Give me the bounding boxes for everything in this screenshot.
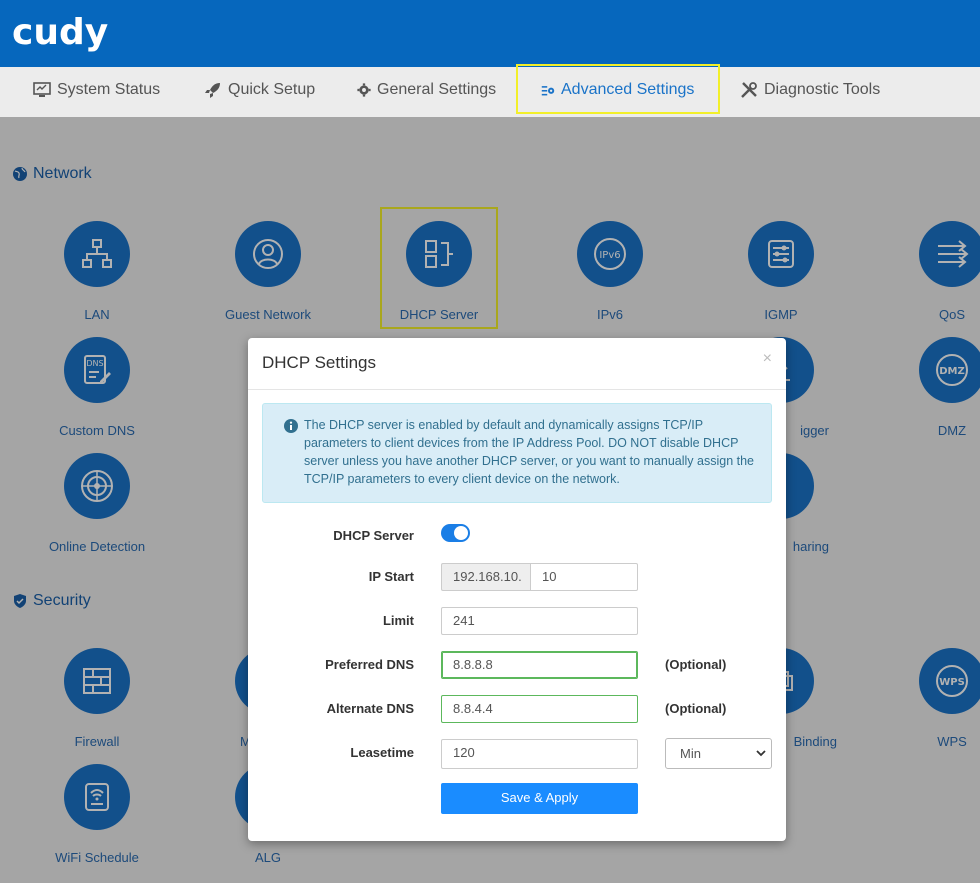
dhcp-server-toggle[interactable]: [441, 524, 470, 542]
limit-label: Limit: [382, 613, 414, 628]
nav-label: System Status: [57, 81, 161, 98]
gear-icon: [357, 83, 371, 97]
highlight-advanced-settings: [516, 64, 720, 114]
modal-divider: [248, 389, 786, 390]
nav-quick-setup[interactable]: Quick Setup: [204, 67, 315, 113]
preferred-dns-optional: (Optional): [665, 657, 727, 672]
nav-general-settings[interactable]: General Settings: [357, 67, 496, 113]
preferred-dns-label: Preferred DNS: [325, 657, 414, 672]
nav-label: General Settings: [377, 81, 497, 98]
ip-start-input[interactable]: 10: [530, 563, 638, 591]
preferred-dns-input[interactable]: 8.8.8.8: [441, 651, 638, 679]
alternate-dns-label: Alternate DNS: [326, 701, 414, 716]
top-header: cudy: [0, 0, 980, 67]
info-text: The DHCP server is enabled by default an…: [304, 418, 754, 486]
dhcp-server-label: DHCP Server: [333, 528, 414, 543]
ip-start-prefix: 192.168.10.: [441, 563, 530, 591]
leasetime-input[interactable]: 120: [441, 739, 638, 769]
save-apply-button[interactable]: Save & Apply: [441, 783, 638, 814]
monitor-icon: [33, 82, 51, 97]
alternate-dns-input[interactable]: 8.8.4.4: [441, 695, 638, 723]
info-icon: [284, 419, 298, 433]
cudy-logo[interactable]: cudy: [12, 12, 108, 53]
leasetime-label: Leasetime: [350, 745, 414, 760]
leasetime-unit-select[interactable]: Min: [665, 738, 772, 769]
nav-system-status[interactable]: System Status: [33, 67, 160, 113]
limit-input[interactable]: 241: [441, 607, 638, 635]
info-alert: The DHCP server is enabled by default an…: [262, 403, 772, 503]
toggle-knob: [454, 526, 468, 540]
alternate-dns-optional: (Optional): [665, 701, 727, 716]
ip-start-label: IP Start: [368, 569, 414, 584]
rocket-icon: [205, 83, 220, 98]
nav-label: Quick Setup: [228, 81, 316, 98]
tools-icon: [741, 82, 757, 98]
modal-title: DHCP Settings: [262, 353, 377, 372]
nav-label: Diagnostic Tools: [764, 81, 881, 98]
select-value: Min: [680, 746, 701, 761]
chevron-down-icon: [756, 750, 766, 757]
dhcp-settings-modal: DHCP Settings × The DHCP server is enabl…: [248, 338, 786, 841]
nav-diagnostic-tools[interactable]: Diagnostic Tools: [740, 67, 880, 113]
main-nav: System Status Quick Setup General Settin…: [0, 67, 980, 117]
close-icon[interactable]: ×: [763, 350, 772, 368]
